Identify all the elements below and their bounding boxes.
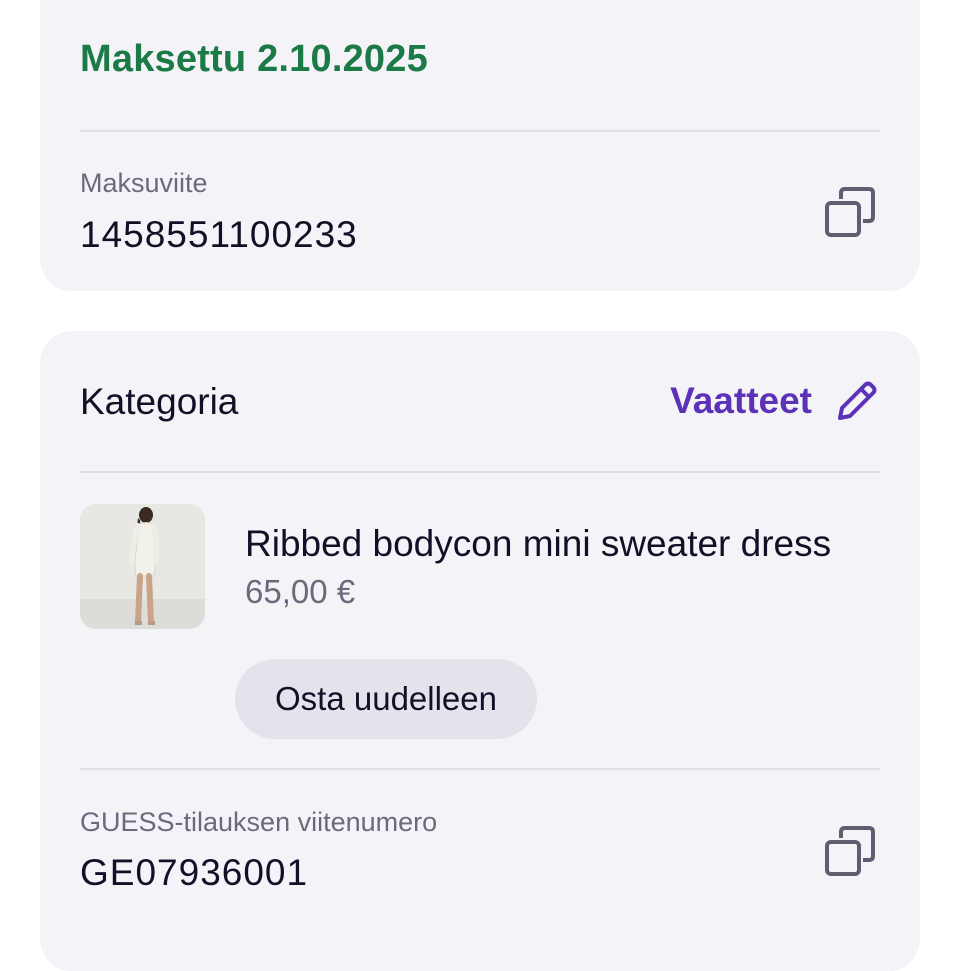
product-name[interactable]: Ribbed bodycon mini sweater dress (245, 523, 831, 565)
product-price: 65,00 € (245, 573, 356, 610)
product-image (80, 504, 205, 629)
divider (80, 471, 880, 473)
order-details-card: Kategoria Vaatteet Ribbed bodycon mini s… (40, 331, 920, 971)
edit-category-button[interactable]: Vaatteet (670, 373, 880, 429)
copy-icon (825, 826, 875, 876)
divider (80, 130, 880, 132)
category-value: Vaatteet (670, 380, 812, 421)
divider (80, 768, 880, 770)
copy-payment-reference-button[interactable] (820, 182, 880, 242)
category-label: Kategoria (80, 381, 239, 422)
copy-order-reference-button[interactable] (820, 821, 880, 881)
order-reference-label: GUESS-tilauksen viitenumero (80, 807, 438, 837)
payment-status: Maksettu 2.10.2025 (80, 38, 428, 80)
buy-again-button[interactable]: Osta uudelleen (235, 659, 537, 739)
order-reference-value: GE07936001 (80, 852, 309, 893)
pencil-icon (838, 381, 877, 420)
payment-reference-label: Maksuviite (80, 168, 208, 198)
copy-icon (825, 187, 875, 237)
payment-reference-value: 1458551100233 (80, 214, 358, 255)
payment-card: Maksettu 2.10.2025 Maksuviite 1458551100… (40, 0, 920, 291)
